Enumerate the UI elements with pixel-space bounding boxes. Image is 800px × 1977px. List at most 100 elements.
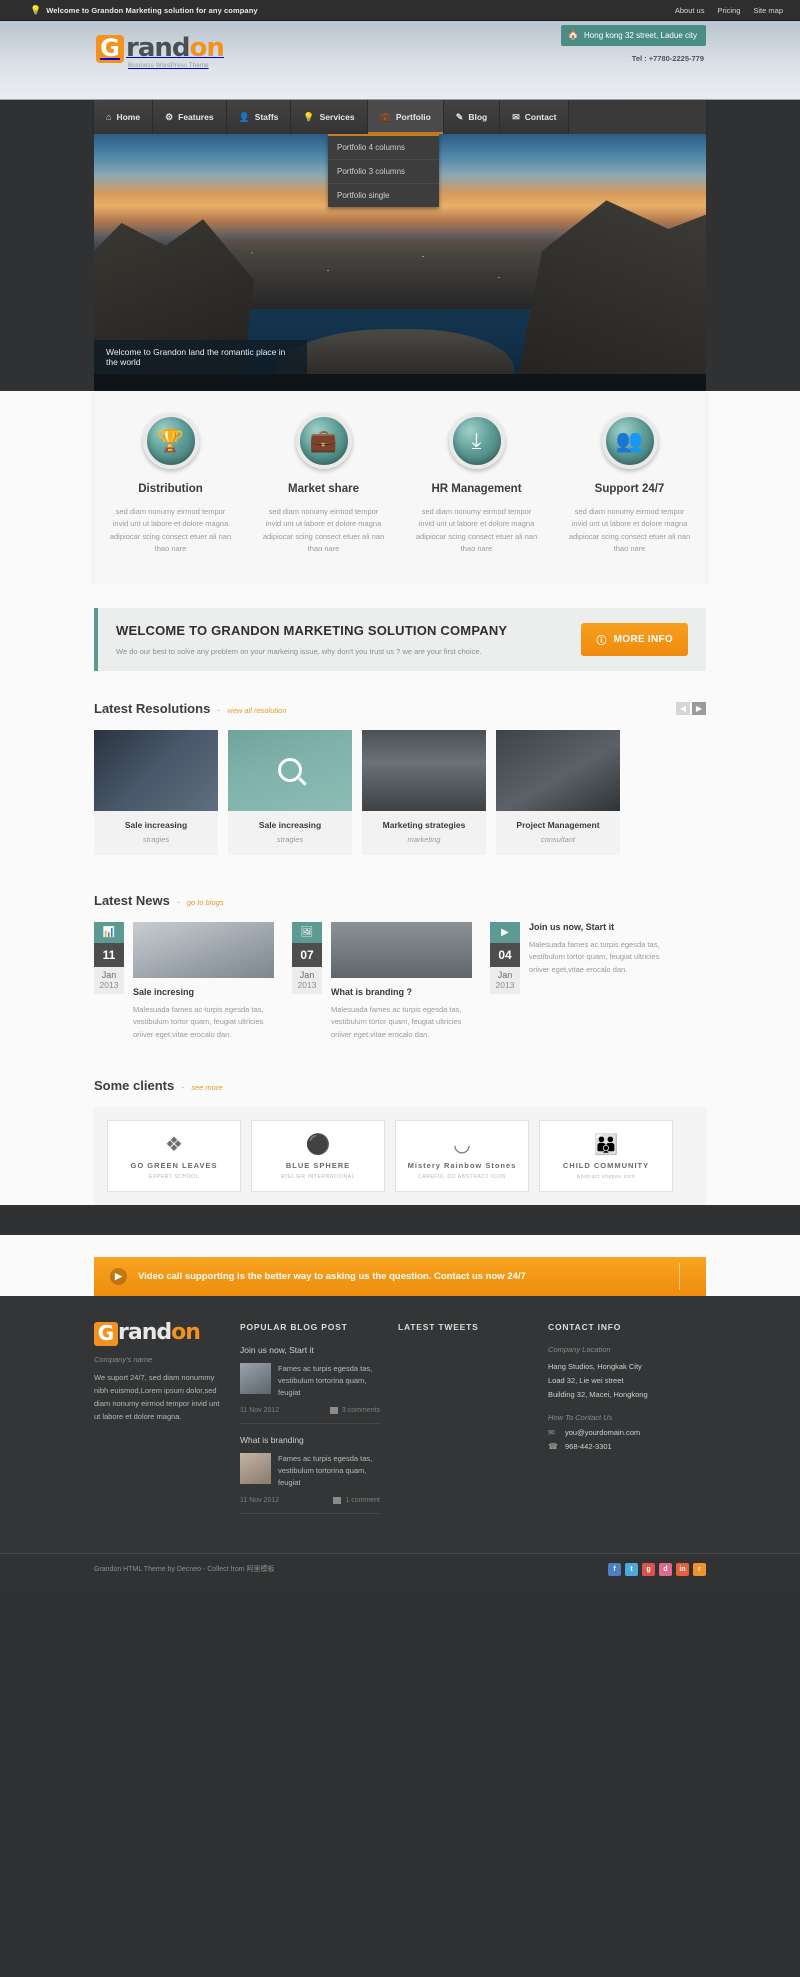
google-plus-icon[interactable]: g: [642, 1562, 655, 1576]
news-item-desc: Malesuada fames ac turpis egesda tas, ve…: [529, 939, 660, 975]
search-icon[interactable]: [278, 758, 302, 782]
nav-item-features[interactable]: ⚙ Features: [153, 100, 227, 134]
clients-title: Some clients: [94, 1077, 175, 1093]
card-title: Sale increasing: [258, 819, 322, 830]
logo-tagline: Business WordPress Theme: [128, 63, 209, 69]
news-month: Jan: [94, 966, 124, 980]
footer-post-comments[interactable]: 3 comments: [329, 1406, 380, 1414]
resolution-card[interactable]: Sale increasing stragies: [228, 729, 352, 855]
dribbble-icon[interactable]: d: [659, 1562, 672, 1576]
news-month: Jan: [490, 966, 520, 980]
footer-post-title[interactable]: Join us now, Start it: [240, 1345, 380, 1355]
feature-market-share[interactable]: 💼 Market share sed diam nonumy eirmod te…: [247, 413, 400, 556]
comment-count: 1 comment: [345, 1496, 380, 1504]
client-tagline: Abstract shapes icon: [576, 1174, 636, 1181]
see-more-clients-link[interactable]: see more: [191, 1083, 222, 1092]
news-year: 2013: [292, 979, 322, 994]
pencil-icon: ✎: [455, 111, 464, 122]
client-logo-item[interactable]: ❖ GO GREEN LEAVES EXPERT SCHOOL: [107, 1119, 241, 1192]
facebook-icon[interactable]: f: [608, 1562, 621, 1576]
footer-logo[interactable]: G randon: [94, 1321, 222, 1346]
site-logo[interactable]: G randon Business WordPress Theme: [96, 33, 225, 69]
resolution-card[interactable]: Project Management consultant: [496, 729, 620, 855]
nav-item-contact[interactable]: ✉ Contact: [500, 100, 570, 134]
feature-distribution[interactable]: 🏆 Distribution sed diam nonumy eirmod te…: [94, 413, 247, 556]
video-call-cta[interactable]: ▶ Video call supporting is the better wa…: [94, 1256, 706, 1296]
feature-hr-management[interactable]: ⤓ HR Management sed diam nonumy eirmod t…: [400, 413, 553, 556]
card-body: Sale increasing stragies: [94, 811, 218, 855]
client-logo-item[interactable]: 👪 CHILD COMMUNITY Abstract shapes icon: [539, 1119, 673, 1192]
nav-item-home[interactable]: ⌂ Home: [94, 100, 154, 134]
resolution-card[interactable]: Marketing strategies marketing: [362, 729, 486, 855]
feature-title: Support 24/7: [594, 483, 665, 495]
images-icon: 🖼: [292, 921, 322, 943]
go-to-blogs-link[interactable]: go to blogs: [187, 898, 224, 907]
footer-email-row[interactable]: ✉ you@yourdomain.com: [548, 1428, 698, 1437]
client-name: BLUE SPHERE: [285, 1161, 351, 1171]
linkedin-icon[interactable]: in: [676, 1562, 689, 1576]
twitter-icon[interactable]: t: [625, 1562, 638, 1576]
card-body: Sale increasing stragies: [228, 811, 352, 855]
news-date-box: 🖼 07 Jan 2013: [292, 921, 322, 1042]
card-subtitle: stragies: [142, 834, 170, 844]
client-tagline: CAREFUL DO ABSTRACT ICON: [417, 1174, 507, 1181]
user-icon: 👤: [238, 111, 250, 122]
footer-phone-row[interactable]: ☎ 968-442-3301: [548, 1442, 698, 1451]
news-date-box: ▶ 04 Jan 2013: [490, 921, 520, 1042]
client-logo-item[interactable]: ◡ Mistery Rainbow Stones CAREFUL DO ABST…: [395, 1119, 529, 1192]
more-info-button[interactable]: ⓘ MORE INFO: [581, 622, 688, 656]
info-icon: ⓘ: [596, 635, 607, 647]
community-icon: 👪: [593, 1133, 619, 1156]
footer-post-comments[interactable]: 1 comment: [333, 1496, 380, 1504]
client-logo-item[interactable]: ⚫ BLUE SPHERE ATELIER INTERNATIONAL: [251, 1119, 385, 1192]
nav-item-services[interactable]: 💡 Services: [291, 100, 368, 134]
card-body: Project Management consultant: [496, 811, 620, 855]
social-links: f t g d in r: [608, 1562, 706, 1576]
logo-wordmark: randon: [126, 33, 225, 63]
footer-contact-column: CONTACT INFO Company Location Hang Studi…: [548, 1322, 698, 1525]
view-all-resolution-link[interactable]: view all resolution: [227, 706, 286, 715]
resolutions-cards: Sale increasing stragies Sale increasing…: [94, 729, 706, 855]
leaf-icon: ❖: [165, 1133, 183, 1156]
comment-icon: [329, 1406, 338, 1414]
top-link-pricing[interactable]: Pricing: [717, 6, 740, 15]
footer-post-thumbnail: [240, 1452, 271, 1484]
footer-post-title[interactable]: What is branding: [240, 1435, 380, 1445]
footer-post-row: Fames ac turpis egesda tas, vestibulum t…: [240, 1452, 380, 1489]
footer-bottom-bar: Grandon HTML Theme by Decneo - Collect f…: [0, 1552, 800, 1587]
feature-support-247[interactable]: 👥 Support 24/7 sed diam nonumy eirmod te…: [553, 413, 706, 556]
news-item[interactable]: ▶ 04 Jan 2013 Join us now, Start it Male…: [490, 921, 670, 1042]
chevron-right-icon[interactable]: ▶: [692, 701, 706, 715]
dropdown-item-portfolio-single[interactable]: Portfolio single: [328, 184, 439, 207]
chevron-left-icon[interactable]: ◀: [676, 701, 690, 715]
footer-contact-heading: CONTACT INFO: [548, 1321, 622, 1332]
footer-about-column: G randon Company's name We suport 24/7, …: [94, 1321, 222, 1525]
footer-post-thumbnail: [240, 1362, 271, 1394]
footer-post-row: Fames ac turpis egesda tas, vestibulum t…: [240, 1362, 380, 1399]
nav-label: Contact: [524, 112, 557, 122]
top-link-site-map[interactable]: Site map: [753, 6, 783, 15]
news-item-desc: Malesuada fames ac turpis egesda tas, ve…: [133, 1004, 264, 1040]
resolution-card[interactable]: Sale increasing stragies: [94, 729, 218, 855]
top-link-about-us[interactable]: About us: [675, 6, 705, 15]
footer-phone: 968-442-3301: [565, 1442, 612, 1452]
news-item[interactable]: 📊 11 Jan 2013 Sale incresing Malesuada f…: [94, 921, 274, 1042]
nav-item-staffs[interactable]: 👤 Staffs: [226, 100, 292, 134]
news-item-title: Join us now, Start it: [529, 921, 615, 932]
site-header: G randon Business WordPress Theme 🏠 Hong…: [0, 21, 800, 100]
rss-icon[interactable]: r: [693, 1562, 706, 1576]
dropdown-item-portfolio-4-columns[interactable]: Portfolio 4 columns: [328, 136, 439, 160]
phone-icon: ☎: [548, 1442, 558, 1452]
logo-word-part2: on: [189, 33, 225, 63]
footer-post-meta: 11 Nov 2012 1 comment: [240, 1496, 380, 1514]
clients-list: ❖ GO GREEN LEAVES EXPERT SCHOOL ⚫ BLUE S…: [94, 1106, 706, 1205]
resolutions-title: Latest Resolutions: [94, 700, 211, 716]
chart-icon: 📊: [94, 921, 124, 943]
copyright-text: Grandon HTML Theme by Decneo - Collect f…: [94, 1566, 275, 1574]
card-image: [362, 729, 486, 811]
hero-caption: Welcome to Grandon land the romantic pla…: [94, 340, 307, 374]
news-item[interactable]: 🖼 07 Jan 2013 What is branding ? Malesua…: [292, 921, 472, 1042]
nav-item-portfolio[interactable]: 💼 Portfolio: [367, 100, 444, 134]
nav-item-blog[interactable]: ✎ Blog: [443, 100, 501, 134]
dropdown-item-portfolio-3-columns[interactable]: Portfolio 3 columns: [328, 160, 439, 184]
